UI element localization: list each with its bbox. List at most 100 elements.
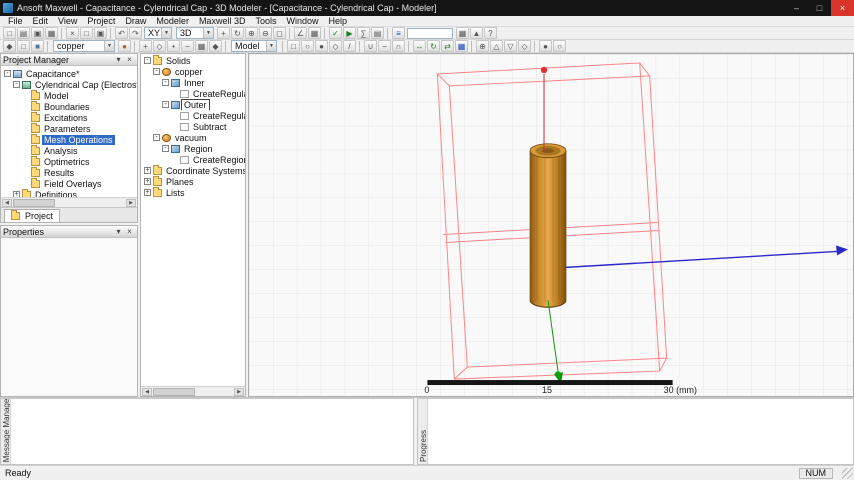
project-tree-item-model[interactable]: Model <box>1 90 137 101</box>
draw-line-icon[interactable]: / <box>343 40 356 52</box>
project-tree-item-cylendrical-cap-electrostatic[interactable]: - Cylendrical Cap (Electrostatic)* <box>1 79 137 90</box>
orient-top-icon[interactable]: △ <box>490 40 503 52</box>
coordinate-system-icon[interactable]: + <box>139 40 152 52</box>
project-tree-item-optimetrics[interactable]: Optimetrics <box>1 156 137 167</box>
project-tree-item-excitations[interactable]: Excitations <box>1 112 137 123</box>
project-tree-item-field-overlays[interactable]: Field Overlays <box>1 178 137 189</box>
chevron-down-icon[interactable]: ▼ <box>161 28 171 38</box>
measure-icon[interactable]: ∠ <box>294 27 307 39</box>
tab-project[interactable]: Project <box>4 209 61 222</box>
project-tree-item-analysis[interactable]: Analysis <box>1 145 137 156</box>
scroll-right-icon[interactable]: ▶ <box>234 387 244 396</box>
expand-icon[interactable]: + <box>144 167 151 174</box>
menu-file[interactable]: File <box>3 16 28 27</box>
hide-icon[interactable]: ○ <box>553 40 566 52</box>
wireframe-icon[interactable]: □ <box>17 40 30 52</box>
analyze-icon[interactable]: ▶ <box>343 27 356 39</box>
mesh-display-icon[interactable]: ▲ <box>470 27 483 39</box>
draw-polyhedron-icon[interactable]: ◇ <box>329 40 342 52</box>
redo-icon[interactable]: ↷ <box>129 27 142 39</box>
cut-icon[interactable]: × <box>66 27 79 39</box>
model-tree-item-createregularpolyh[interactable]: CreateRegularPolyh <box>141 110 245 121</box>
scroll-left-icon[interactable]: ◀ <box>2 198 12 207</box>
chevron-down-icon[interactable]: ▼ <box>203 28 213 38</box>
open-icon[interactable]: ▤ <box>17 27 30 39</box>
solution-data-icon[interactable]: ≡ <box>392 27 405 39</box>
menu-draw[interactable]: Draw <box>120 16 151 27</box>
zoom-in-icon[interactable]: ⊕ <box>245 27 258 39</box>
scroll-left-icon[interactable]: ◀ <box>142 387 152 396</box>
rotate-view-icon[interactable]: ↻ <box>231 27 244 39</box>
expand-icon[interactable]: + <box>144 189 151 196</box>
add-material-icon[interactable]: ● <box>118 40 131 52</box>
project-tree-item-capacitance[interactable]: - Capacitance* <box>1 68 137 79</box>
validate-icon[interactable]: ✓ <box>329 27 342 39</box>
chevron-down-icon[interactable]: ▼ <box>266 41 276 51</box>
menu-view[interactable]: View <box>53 16 82 27</box>
draw-cylinder-icon[interactable]: ○ <box>301 40 314 52</box>
panel-float-icon[interactable]: ▾ <box>113 227 124 236</box>
show-icon[interactable]: ● <box>539 40 552 52</box>
minimize-button[interactable]: – <box>785 0 808 16</box>
menu-project[interactable]: Project <box>82 16 120 27</box>
scroll-thumb[interactable] <box>153 387 195 396</box>
collapse-icon[interactable]: - <box>162 145 169 152</box>
print-icon[interactable]: ▦ <box>45 27 58 39</box>
menu-help[interactable]: Help <box>323 16 352 27</box>
point-icon[interactable]: • <box>167 40 180 52</box>
model-tree-item-createregularpolyh[interactable]: CreateRegularPolyh <box>141 88 245 99</box>
rotate-icon[interactable]: ↻ <box>427 40 440 52</box>
model-tree-item-copper[interactable]: - copper <box>141 66 245 77</box>
project-tree-item-parameters[interactable]: Parameters <box>1 123 137 134</box>
project-tree-item-boundaries[interactable]: Boundaries <box>1 101 137 112</box>
menu-edit[interactable]: Edit <box>28 16 54 27</box>
collapse-icon[interactable]: - <box>4 70 11 77</box>
optimetrics-icon[interactable]: ∑ <box>357 27 370 39</box>
array-icon[interactable]: ▦ <box>455 40 468 52</box>
collapse-icon[interactable]: - <box>13 81 20 88</box>
close-button[interactable]: × <box>831 0 854 16</box>
view-combo[interactable]: 3D ▼ <box>176 27 214 39</box>
model-tree-item-subtract[interactable]: Subtract <box>141 121 245 132</box>
context-help-icon[interactable]: ? <box>484 27 497 39</box>
maximize-button[interactable]: □ <box>808 0 831 16</box>
model-tree-item-region[interactable]: - Region <box>141 143 245 154</box>
project-tree-item-results[interactable]: Results <box>1 167 137 178</box>
draw-box-icon[interactable]: □ <box>287 40 300 52</box>
panel-close-icon[interactable]: × <box>124 227 135 236</box>
draw-sphere-icon[interactable]: ● <box>315 40 328 52</box>
intersect-icon[interactable]: ∩ <box>392 40 405 52</box>
move-icon[interactable]: ↔ <box>413 40 426 52</box>
project-tree-item-mesh-operations[interactable]: Mesh Operations <box>1 134 137 145</box>
menu-maxwell-3d[interactable]: Maxwell 3D <box>194 16 251 27</box>
chevron-down-icon[interactable]: ▼ <box>104 41 114 51</box>
paste-icon[interactable]: ▣ <box>94 27 107 39</box>
model-tree-item-solids[interactable]: - Solids <box>141 55 245 66</box>
collapse-icon[interactable]: - <box>144 57 151 64</box>
model-tree-hscrollbar[interactable]: ◀ ▶ <box>141 386 245 396</box>
results-icon[interactable]: ▤ <box>371 27 384 39</box>
menu-tools[interactable]: Tools <box>250 16 281 27</box>
mirror-icon[interactable]: ⇄ <box>441 40 454 52</box>
mode-combo[interactable]: Model ▼ <box>231 40 277 52</box>
toolbar-input[interactable] <box>407 27 453 39</box>
project-tree-item-definitions[interactable]: + Definitions <box>1 189 137 197</box>
orient-iso-icon[interactable]: ◇ <box>518 40 531 52</box>
fit-all-icon[interactable]: ◻ <box>273 27 286 39</box>
orient-front-icon[interactable]: ▽ <box>504 40 517 52</box>
collapse-icon[interactable]: - <box>153 68 160 75</box>
pan-icon[interactable]: + <box>217 27 230 39</box>
menu-modeler[interactable]: Modeler <box>151 16 194 27</box>
model-tree-item-lists[interactable]: + Lists <box>141 187 245 198</box>
expand-icon[interactable]: + <box>144 178 151 185</box>
model-tree-item-inner[interactable]: - Inner <box>141 77 245 88</box>
undo-icon[interactable]: ↶ <box>115 27 128 39</box>
field-overlay-icon[interactable]: ▦ <box>456 27 469 39</box>
material-combo[interactable]: copper ▼ <box>53 40 115 52</box>
shaded-icon[interactable]: ■ <box>31 40 44 52</box>
zoom-window-icon[interactable]: ⊕ <box>476 40 489 52</box>
progress-tab[interactable]: Progress <box>418 399 428 464</box>
resize-grip[interactable] <box>842 468 853 479</box>
model-display-icon[interactable]: ◆ <box>3 40 16 52</box>
3d-viewport[interactable]: 0 15 30 (mm) <box>248 53 854 397</box>
